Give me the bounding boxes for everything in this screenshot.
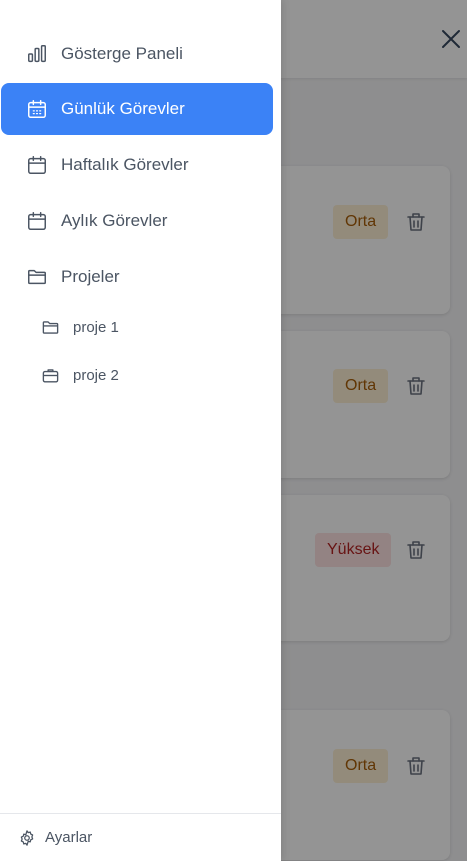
sidebar-drawer: Gösterge Paneli Günlük Görevler Haftalık… [0, 0, 281, 861]
sidebar-item-label: Günlük Görevler [61, 99, 185, 118]
project-label: proje 1 [73, 318, 119, 336]
sidebar-item-monthly-tasks[interactable]: Aylık Görevler [1, 195, 273, 247]
sidebar-item-label: Gösterge Paneli [61, 44, 183, 63]
sidebar-item-dashboard[interactable]: Gösterge Paneli [1, 28, 273, 80]
briefcase-icon [40, 365, 60, 385]
settings-button[interactable]: Ayarlar [18, 829, 92, 847]
sidebar-item-label: Haftalık Görevler [61, 155, 189, 174]
bar-chart-icon [25, 42, 49, 66]
sidebar-item-weekly-tasks[interactable]: Haftalık Görevler [1, 139, 273, 191]
folder-icon [40, 317, 60, 337]
folder-icon [25, 265, 49, 289]
sidebar-item-label: Aylık Görevler [61, 211, 168, 230]
project-label: proje 2 [73, 366, 119, 384]
gear-icon [18, 829, 36, 847]
calendar-icon [25, 153, 49, 177]
settings-label: Ayarlar [45, 829, 93, 846]
close-drawer-button[interactable] [436, 24, 466, 54]
calendar-icon [25, 209, 49, 233]
sidebar-item-daily-tasks[interactable]: Günlük Görevler [1, 83, 273, 135]
sidebar-item-projects[interactable]: Projeler [1, 251, 273, 303]
drawer-footer: Ayarlar [0, 813, 281, 861]
sidebar-item-label: Projeler [61, 267, 120, 286]
close-icon [442, 30, 460, 48]
calendar-icon [25, 97, 49, 121]
sidebar-project-proje-1[interactable]: proje 1 [38, 307, 273, 347]
sidebar-project-proje-2[interactable]: proje 2 [38, 355, 273, 395]
